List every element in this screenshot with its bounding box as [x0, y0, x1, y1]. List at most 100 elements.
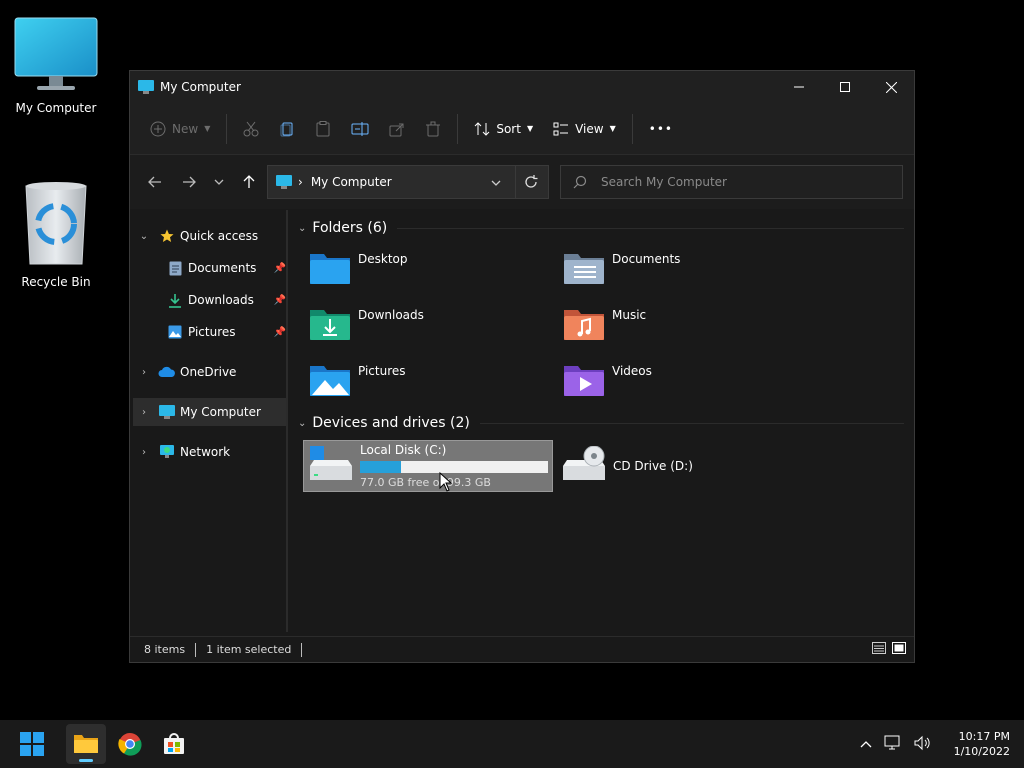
sidebar-item-pictures[interactable]: Pictures 📌 — [160, 318, 286, 346]
sidebar-item-my-computer[interactable]: › My Computer — [133, 398, 286, 426]
drive-usage-bar — [360, 461, 548, 473]
window-title: My Computer — [160, 80, 241, 94]
copy-button[interactable] — [269, 113, 305, 145]
taskbar: 10:17 PM 1/10/2022 — [0, 720, 1024, 768]
tiles-view-button[interactable] — [892, 642, 906, 657]
taskbar-file-explorer[interactable] — [66, 724, 106, 764]
address-bar[interactable]: › My Computer — [267, 165, 549, 199]
document-icon — [166, 260, 184, 276]
cut-button[interactable] — [233, 113, 269, 145]
sidebar-item-downloads[interactable]: Downloads 📌 — [160, 286, 286, 314]
refresh-button[interactable] — [515, 166, 538, 198]
chevron-right-icon[interactable]: › — [136, 407, 152, 418]
chevron-down-icon[interactable]: ⌄ — [136, 231, 152, 242]
share-button[interactable] — [379, 113, 415, 145]
sidebar-item-label: Pictures — [188, 325, 236, 339]
chevron-down-icon: ▼ — [609, 124, 616, 133]
folder-tile-pictures[interactable]: Pictures — [308, 360, 558, 410]
view-label: View — [575, 121, 604, 136]
new-button[interactable]: New ▼ — [140, 113, 220, 145]
sort-icon — [474, 121, 490, 136]
sidebar-item-network[interactable]: › Network — [136, 438, 286, 466]
folder-name: Videos — [612, 364, 652, 378]
details-view-button[interactable] — [872, 642, 886, 657]
show-hidden-icons-button[interactable] — [860, 737, 872, 751]
group-divider — [479, 422, 904, 424]
sidebar-item-quick-access[interactable]: ⌄ Quick access — [136, 222, 286, 250]
toolbar-separator — [631, 113, 633, 144]
recent-locations-button[interactable] — [206, 167, 232, 197]
folder-tile-desktop[interactable]: Desktop — [308, 248, 558, 298]
picture-icon — [166, 324, 184, 340]
sidebar-item-label: My Computer — [180, 405, 261, 419]
chrome-icon — [118, 733, 142, 756]
mouse-cursor-icon — [439, 472, 453, 492]
maximize-button[interactable] — [822, 71, 868, 103]
pin-icon: 📌 — [273, 326, 286, 338]
download-icon — [166, 292, 184, 308]
copy-icon — [280, 122, 293, 136]
view-button[interactable]: View ▼ — [543, 113, 626, 145]
network-status-button[interactable] — [884, 735, 902, 754]
windows-logo-icon — [20, 732, 44, 756]
folders-group-header[interactable]: ⌄ Folders (6) — [298, 220, 904, 236]
search-icon — [573, 175, 587, 189]
taskbar-store[interactable] — [154, 724, 194, 764]
recycle-bin-icon — [25, 182, 87, 265]
music-folder-icon — [564, 310, 604, 340]
folder-tile-documents[interactable]: Documents — [562, 248, 812, 298]
desktop-icon-my-computer[interactable]: My Computer — [6, 16, 106, 115]
more-options-button[interactable]: ••• — [639, 113, 683, 145]
folder-name: Music — [612, 308, 647, 322]
up-button[interactable] — [232, 167, 266, 197]
back-button[interactable] — [138, 167, 172, 197]
rename-icon — [351, 121, 369, 136]
sidebar-item-onedrive[interactable]: › OneDrive — [136, 358, 286, 386]
chevron-down-icon: ⌄ — [298, 417, 307, 429]
close-button[interactable] — [868, 71, 914, 103]
drive-name: CD Drive (D:) — [613, 459, 693, 473]
group-title: Devices and drives (2) — [312, 415, 470, 431]
drive-tile-local-disk[interactable]: Local Disk (C:) 77.0 GB free of 99.3 GB — [303, 440, 553, 492]
devices-group-header[interactable]: ⌄ Devices and drives (2) — [298, 415, 904, 431]
paste-button[interactable] — [305, 113, 341, 145]
sidebar-item-label: OneDrive — [180, 365, 237, 379]
folder-tile-music[interactable]: Music — [562, 304, 812, 354]
documents-folder-icon — [564, 254, 604, 284]
arrow-left-icon — [148, 176, 161, 188]
chevron-right-icon[interactable]: › — [136, 447, 152, 458]
folder-name: Downloads — [358, 308, 424, 322]
group-divider — [397, 227, 904, 229]
volume-button[interactable] — [914, 735, 932, 754]
taskbar-chrome[interactable] — [110, 724, 150, 764]
chevron-right-icon[interactable]: › — [136, 367, 152, 378]
address-dropdown-button[interactable] — [491, 175, 501, 189]
network-monitor-icon — [884, 735, 900, 749]
delete-button[interactable] — [415, 113, 451, 145]
forward-button[interactable] — [172, 167, 206, 197]
start-button[interactable] — [12, 724, 52, 764]
speaker-icon — [914, 735, 930, 750]
folder-tile-downloads[interactable]: Downloads — [308, 304, 558, 354]
sort-button[interactable]: Sort ▼ — [464, 113, 543, 145]
monitor-icon — [14, 17, 98, 90]
navigation-pane: ⌄ Quick access Documents 📌 Downloads 📌 P… — [130, 210, 288, 632]
drive-tile-cd-drive[interactable]: CD Drive (D:) — [557, 440, 807, 492]
minimize-button[interactable] — [776, 71, 822, 103]
folder-tile-videos[interactable]: Videos — [562, 360, 812, 410]
sidebar-item-documents[interactable]: Documents 📌 — [160, 254, 286, 282]
content-area: ⌄ Folders (6) Desktop Documents Download… — [298, 210, 908, 630]
clock[interactable]: 10:17 PM 1/10/2022 — [954, 729, 1010, 759]
star-icon — [158, 228, 176, 244]
desktop-icon-label: Recycle Bin — [21, 275, 91, 289]
selection-count: 1 item selected — [206, 643, 292, 656]
title-bar[interactable]: My Computer — [130, 71, 914, 103]
details-view-icon — [872, 642, 886, 654]
drive-usage-fill — [360, 461, 402, 473]
chevron-down-icon: ▼ — [526, 124, 534, 133]
desktop-icon-recycle-bin[interactable]: Recycle Bin — [6, 180, 106, 289]
breadcrumb-item[interactable]: My Computer — [311, 175, 392, 189]
sidebar-item-label: Network — [180, 445, 231, 459]
rename-button[interactable] — [341, 113, 379, 145]
search-box[interactable]: Search My Computer — [560, 165, 903, 199]
